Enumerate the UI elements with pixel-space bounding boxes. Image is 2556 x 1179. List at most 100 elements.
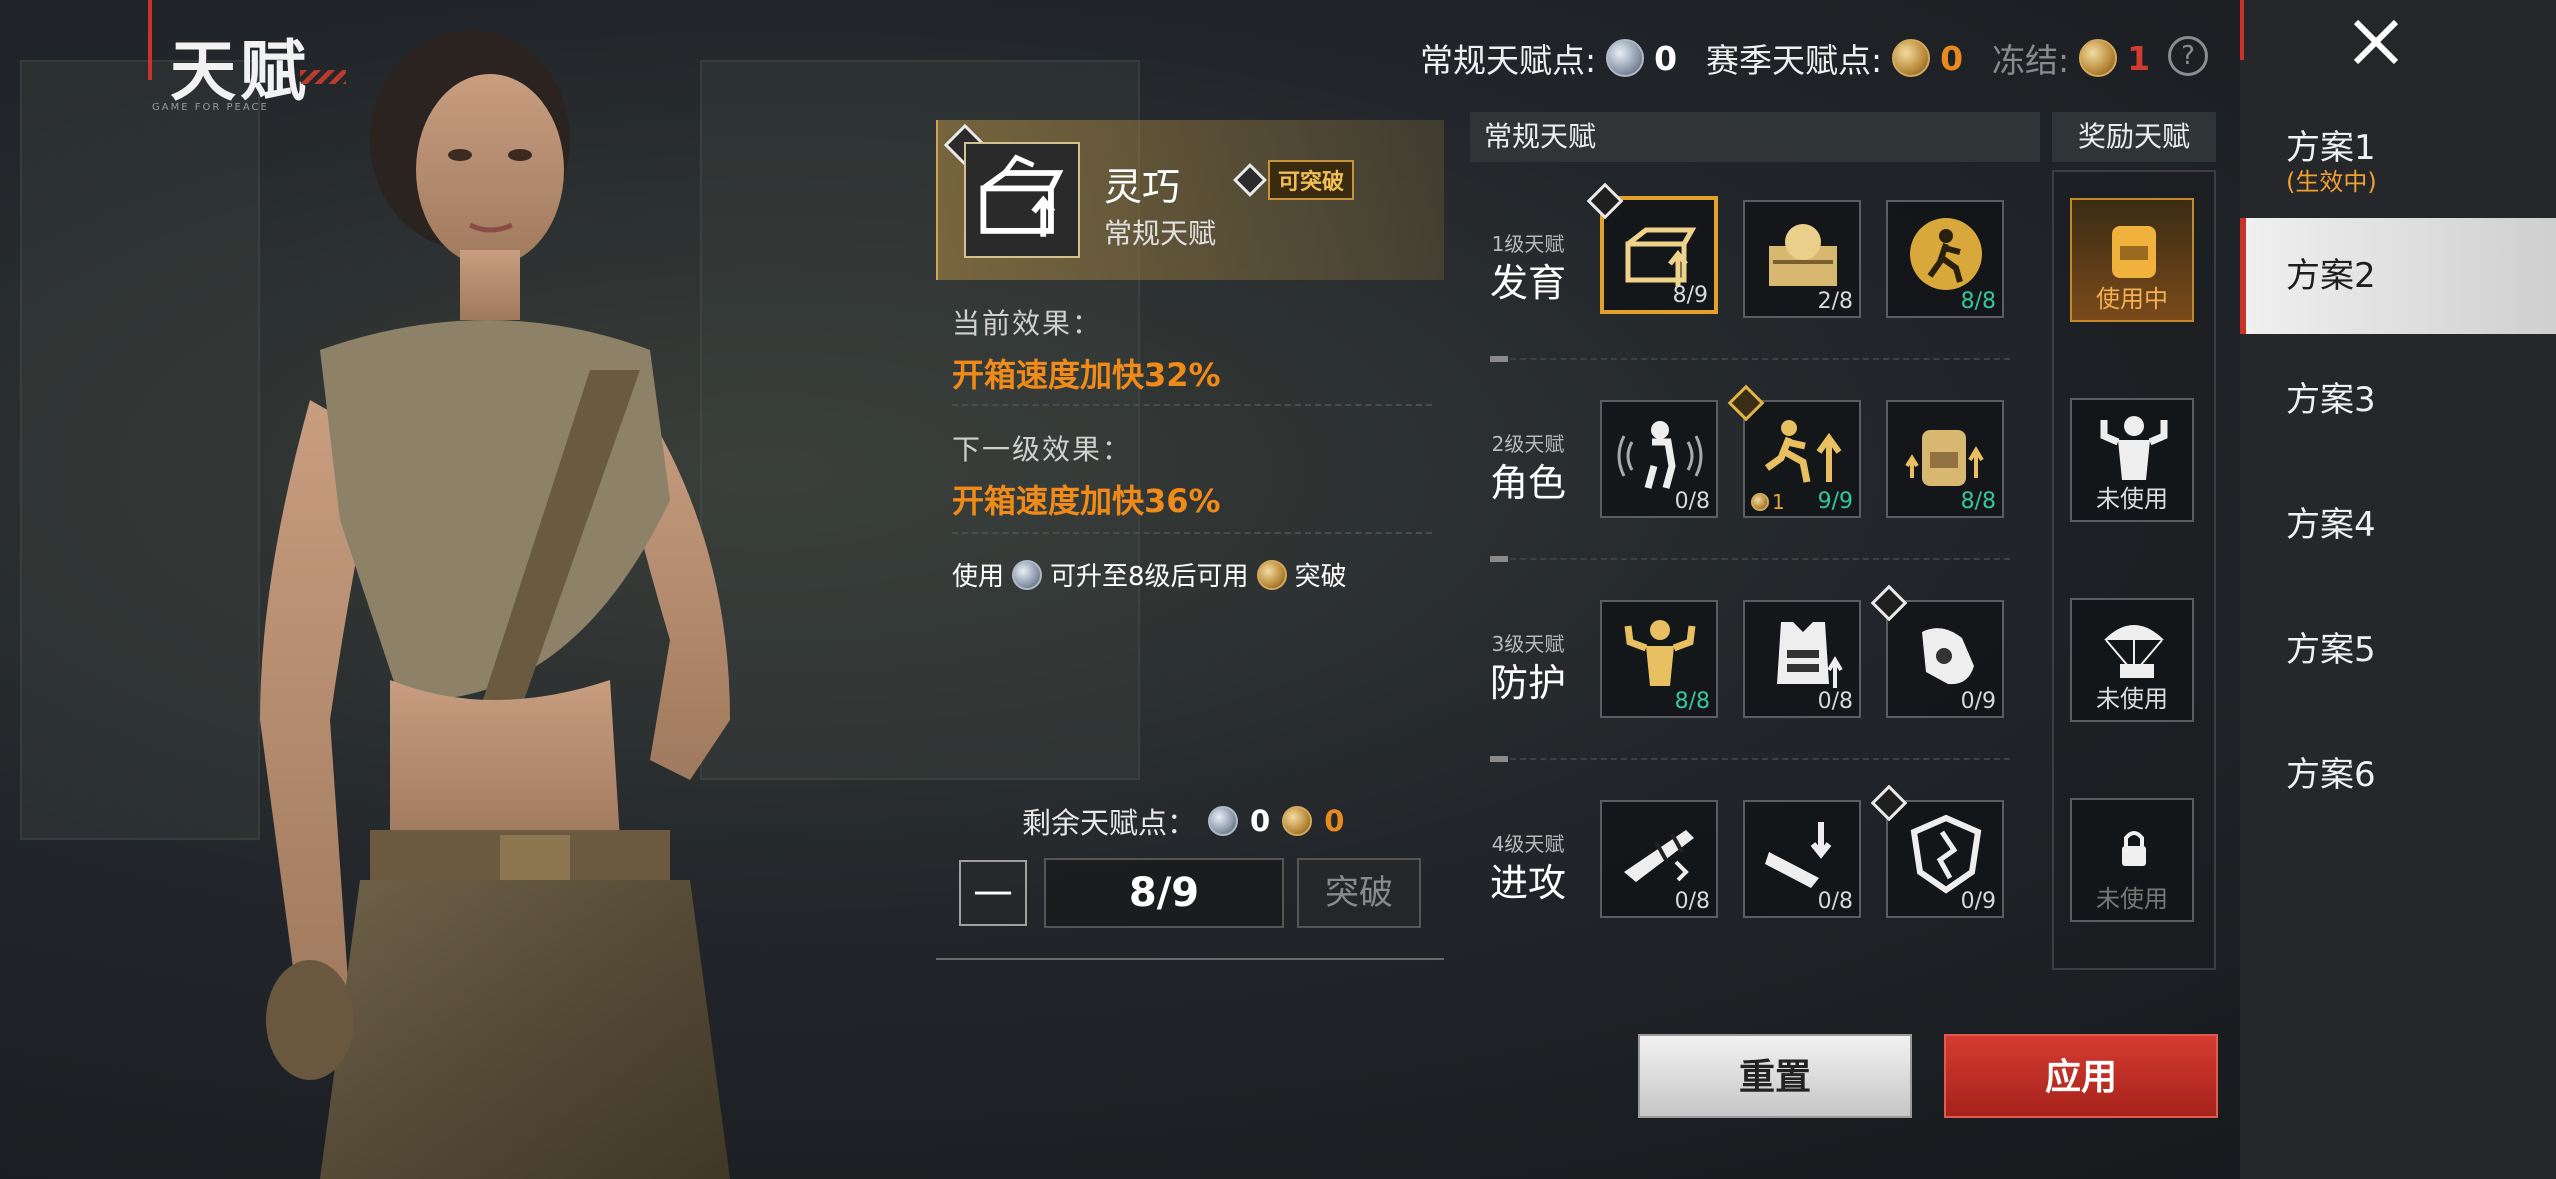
reset-button[interactable]: 重置 (1638, 1034, 1912, 1118)
row-divider (1490, 356, 2010, 362)
reward-talent-slot[interactable]: 使用中 (2070, 198, 2194, 322)
lock-icon (2122, 831, 2146, 866)
talent-backpack-up[interactable]: 8/8 (1886, 400, 2004, 518)
row-divider (1490, 556, 2010, 562)
reward-talent-slot[interactable]: 未使用 (2070, 398, 2194, 522)
reward-talent-header: 奖励天赋 (2052, 112, 2216, 162)
weapon-down-icon (1765, 822, 1832, 888)
talent-count: 2/8 (1817, 289, 1853, 314)
silver-coin-icon (1208, 806, 1239, 836)
rifle-break-icon (1624, 830, 1694, 882)
talent-name: 灵巧 (1104, 165, 1181, 209)
plan-4[interactable]: 方案4 (2240, 475, 2556, 585)
talent-sprint-up[interactable]: 1 9/9 (1727, 384, 1861, 518)
apply-button[interactable]: 应用 (1944, 1034, 2218, 1118)
talent-soldier-sound[interactable]: 0/8 (1600, 400, 1718, 518)
row-name-growth: 发育 (1489, 261, 1566, 305)
talent-weapon-down[interactable]: 0/8 (1743, 800, 1861, 918)
break-requirement-note: 使用 可升至8级后可用 突破 (952, 556, 1347, 593)
break-diamond-icon (1233, 163, 1267, 197)
talent-glove[interactable]: 0/9 (1870, 584, 2004, 718)
talent-crate-open[interactable]: 8/9 (1586, 182, 1718, 314)
divider (936, 958, 1444, 960)
note-text: 可升至8级后可用 (1050, 562, 1249, 592)
regular-talent-header: 常规天赋 (1470, 112, 2040, 162)
talent-muscle-up[interactable]: 8/8 (1600, 600, 1718, 718)
plan-label: 方案4 (2286, 505, 2376, 545)
row-name-defense: 防护 (1489, 661, 1566, 705)
talent-count: 9/9 (1817, 489, 1853, 514)
running-medal-icon (1910, 218, 1982, 290)
question-icon[interactable]: ? (2168, 36, 2208, 76)
plan-6[interactable]: 方案6 (2240, 725, 2556, 835)
reward-talent-slot[interactable]: 未使用 (2070, 798, 2194, 922)
current-effect-label: 当前效果： (952, 307, 1103, 340)
plan-1[interactable]: 方案1 (生效中) (2240, 98, 2556, 208)
glove-icon (1922, 628, 1974, 685)
remaining-gold: 0 (1324, 804, 1345, 838)
talent-shield-crack[interactable]: 0/9 (1870, 784, 2004, 918)
season-points-value: 0 (1940, 38, 1964, 78)
crate-open-icon (1625, 227, 1697, 286)
row-divider (1490, 756, 2010, 762)
regular-points: 常规天赋点: 0 (1420, 34, 1677, 82)
break-button[interactable]: 突破 (1297, 858, 1421, 928)
talent-type: 常规天赋 (1104, 217, 1217, 250)
title-stripe (300, 70, 346, 84)
breakable-badge: 可突破 (1233, 160, 1355, 200)
gold-coin-icon (1256, 559, 1287, 590)
plan-3[interactable]: 方案3 (2240, 350, 2556, 460)
talent-count: 0/8 (1817, 889, 1853, 914)
talent-running-medal[interactable]: 8/8 (1886, 200, 2004, 318)
talent-vest-up[interactable]: 0/8 (1743, 600, 1861, 718)
plan-label: 方案6 (2286, 755, 2376, 795)
title-subtitle: GAME FOR PEACE (152, 102, 269, 113)
airdrop-icon (2104, 625, 2164, 678)
talent-count: 8/8 (1674, 689, 1710, 714)
divider (952, 532, 1432, 534)
talent-count: 0/9 (1960, 889, 1996, 914)
remaining-points: 剩余天赋点： 0 0 (1022, 800, 1344, 842)
reward-status: 未使用 (2096, 485, 2168, 513)
regular-points-value: 0 (1654, 38, 1678, 78)
season-points: 赛季天赋点: 0 (1706, 34, 1963, 82)
reward-status: 使用中 (2096, 285, 2168, 313)
remaining-silver: 0 (1250, 804, 1271, 838)
divider (952, 404, 1432, 406)
talent-rifle-break[interactable]: 0/8 (1600, 800, 1718, 918)
row-name-character: 角色 (1489, 461, 1566, 505)
talent-supply-box[interactable]: 2/8 (1743, 200, 1861, 318)
season-points-label: 赛季天赋点: (1706, 41, 1883, 80)
talent-extra: 1 (1751, 490, 1785, 514)
backpack-up-icon (1905, 430, 1984, 486)
sprint-up-icon (1764, 420, 1842, 483)
vest-up-icon (1777, 622, 1843, 688)
decrease-button[interactable]: — (959, 860, 1027, 926)
reward-status: 未使用 (2096, 685, 2168, 713)
talent-count: 0/9 (1960, 689, 1996, 714)
plan-2[interactable]: 方案2 (2240, 218, 2556, 334)
talent-count: 0/8 (1674, 489, 1710, 514)
muscle-up-icon (1624, 620, 1696, 686)
character-portrait (260, 30, 730, 1179)
plan-label: 方案2 (2286, 256, 2376, 296)
close-icon[interactable] (2346, 12, 2406, 72)
plan-5[interactable]: 方案5 (2240, 600, 2556, 710)
gold-coin-icon (2079, 39, 2118, 77)
frozen-points-label: 冻结: (1992, 41, 2070, 80)
strongman-icon (2100, 416, 2168, 480)
talent-count: 0/8 (1674, 889, 1710, 914)
silver-coin-icon (1606, 39, 1645, 77)
plan-active-note: (生效中) (2286, 168, 2377, 196)
soldier-sound-icon (1617, 421, 1703, 489)
plan-label: 方案3 (2286, 380, 2376, 420)
note-text: 使用 (952, 562, 1005, 592)
breakable-tag: 可突破 (1268, 160, 1355, 200)
sidebar-accent (2240, 0, 2244, 60)
crate-open-icon (964, 142, 1080, 258)
gold-coin-icon (1282, 806, 1313, 836)
reward-talent-slot[interactable]: 未使用 (2070, 598, 2194, 722)
remaining-label: 剩余天赋点： (1022, 806, 1197, 840)
frozen-points-value: 1 (2127, 38, 2151, 78)
page-title: 天赋 (170, 33, 310, 110)
